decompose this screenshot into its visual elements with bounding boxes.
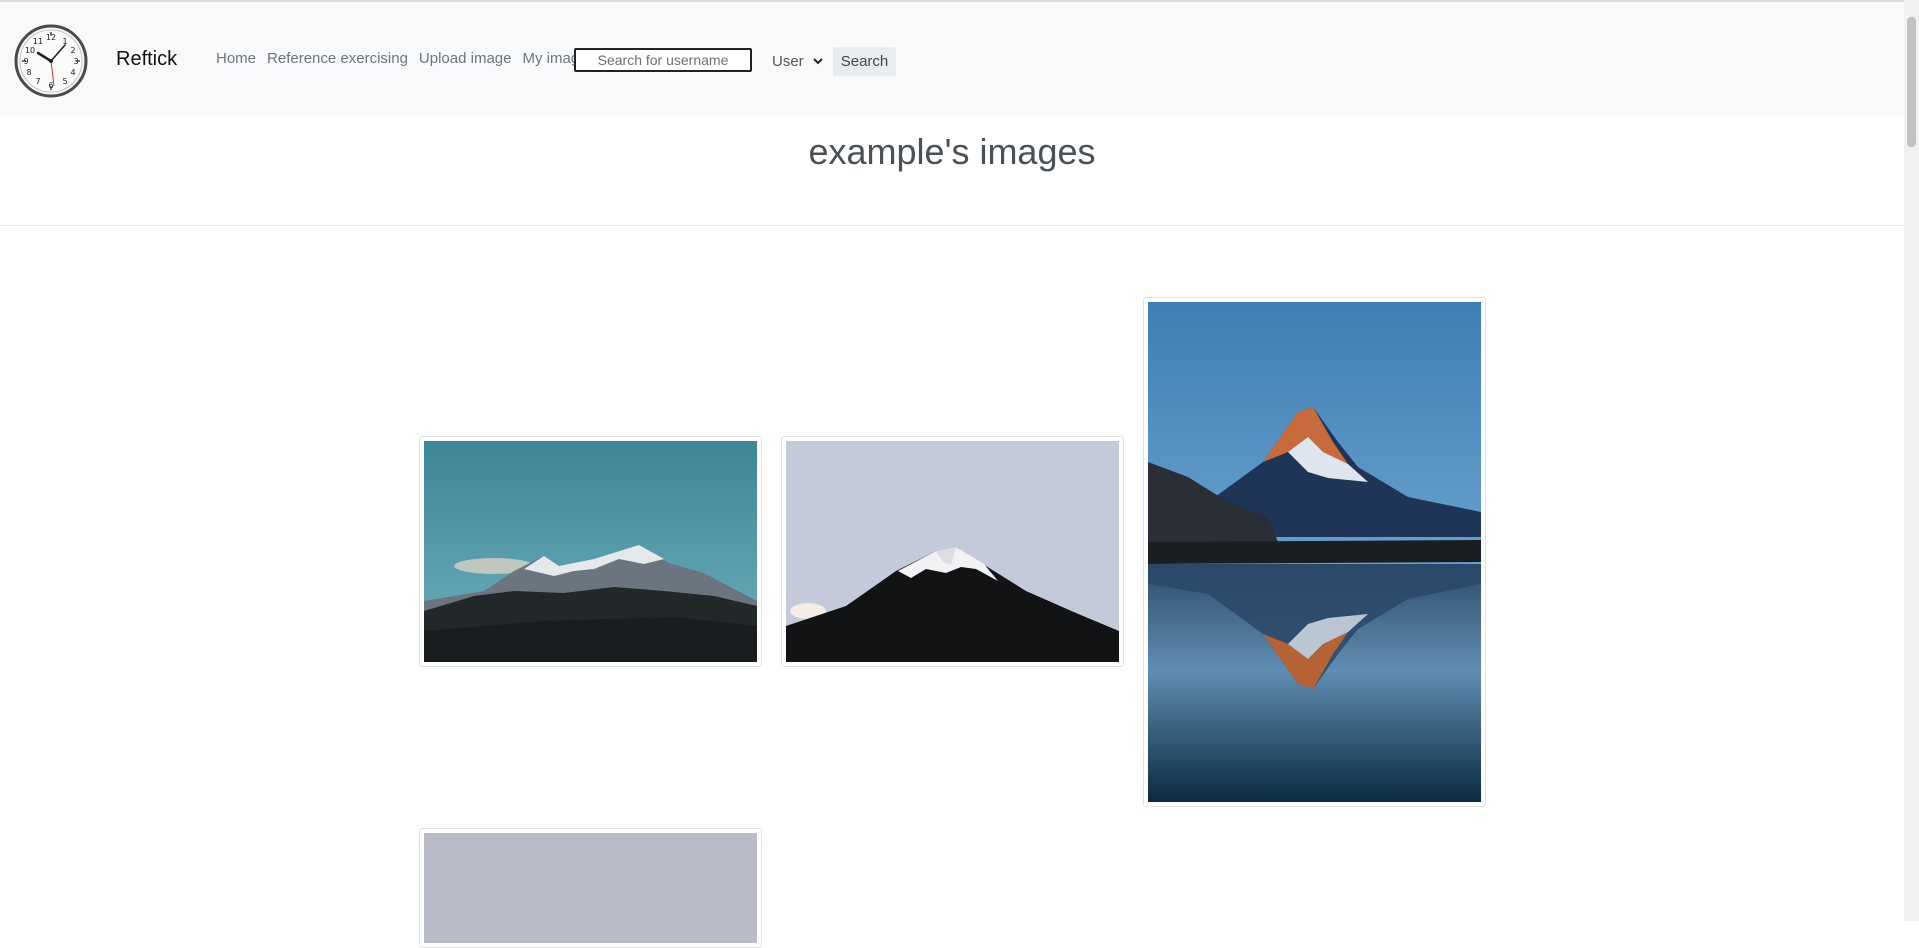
mountain-image xyxy=(424,833,757,943)
image-card[interactable] xyxy=(419,828,762,948)
image-card[interactable] xyxy=(1143,297,1486,807)
nav-link-home[interactable]: Home xyxy=(216,50,256,67)
mountain-image xyxy=(786,441,1119,662)
svg-text:8: 8 xyxy=(26,68,31,77)
svg-text:9: 9 xyxy=(23,57,28,66)
search-type-select[interactable]: User xyxy=(762,47,828,75)
brand-link[interactable]: Reftick xyxy=(116,48,177,71)
page-title: example's images xyxy=(808,131,1096,172)
mountain-image xyxy=(424,441,757,662)
nav-link-reference-exercising[interactable]: Reference exercising xyxy=(267,50,408,67)
svg-text:2: 2 xyxy=(70,46,75,55)
search-button[interactable]: Search xyxy=(833,47,896,76)
nav-link-upload-image[interactable]: Upload image xyxy=(419,50,512,67)
svg-text:4: 4 xyxy=(70,68,75,77)
search-input[interactable] xyxy=(574,48,752,72)
svg-text:5: 5 xyxy=(62,77,67,86)
svg-text:6: 6 xyxy=(48,81,53,90)
mountain-image xyxy=(1148,302,1481,802)
scrollbar[interactable] xyxy=(1904,0,1919,921)
search-type-value: User xyxy=(772,52,804,70)
clock-icon[interactable]: 12 1 2 345 678 9 10 11 xyxy=(14,24,88,98)
scrollbar-thumb[interactable] xyxy=(1907,17,1916,147)
svg-text:7: 7 xyxy=(35,77,40,86)
image-card[interactable] xyxy=(781,436,1124,667)
svg-text:11: 11 xyxy=(33,37,43,46)
navbar: 12 1 2 345 678 9 10 11 Reftick Home Referenc… xyxy=(0,2,1904,115)
svg-text:12: 12 xyxy=(46,33,56,42)
nav-links: Home Reference exercising Upload image M… xyxy=(216,50,595,67)
chevron-down-icon xyxy=(813,58,823,65)
image-card[interactable] xyxy=(419,436,762,667)
svg-text:3: 3 xyxy=(73,57,78,66)
header-divider xyxy=(0,225,1904,226)
svg-text:10: 10 xyxy=(25,46,35,55)
